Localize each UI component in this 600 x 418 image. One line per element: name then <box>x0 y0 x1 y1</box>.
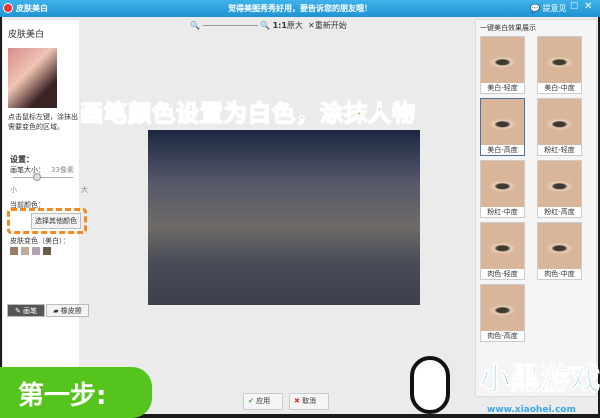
feedback-link[interactable]: 💬 提意见 <box>530 3 567 14</box>
preset-label: 粉红-轻度 <box>544 146 575 154</box>
reset-label: 重新开始 <box>314 21 347 30</box>
step-banner: 第一步: <box>0 367 152 418</box>
zoom-in-icon[interactable]: 🔍 <box>260 21 270 30</box>
panel-title: 皮肤美白 <box>8 30 45 40</box>
cancel-button[interactable]: ✖ 取消 <box>289 393 329 410</box>
zoom-toolbar: 🔍 🔍 1:1原大 ✕重新开始 <box>190 20 347 31</box>
zoom-out-icon[interactable]: 🔍 <box>190 21 200 30</box>
settings-heading: 设置： <box>10 155 34 164</box>
feedback-label: 提意见 <box>542 4 567 13</box>
preset-label: 粉红-高度 <box>544 208 575 216</box>
brand-name: 小黑游戏 <box>480 362 600 398</box>
slider-knob[interactable] <box>33 173 41 181</box>
preset-thumb[interactable]: 粉红-轻度 <box>537 98 582 156</box>
check-icon: ✔ <box>248 397 254 405</box>
maximize-icon[interactable]: ☐ <box>570 2 578 12</box>
preset-label: 肉色-轻度 <box>487 270 518 278</box>
preset-panel: 一键美白效果展示 美白-轻度 美白-中度 美白-高度 粉红-轻度 粉红-中度 粉… <box>475 19 597 397</box>
large-label: 大 <box>81 186 88 194</box>
zoom-slider[interactable] <box>202 25 258 26</box>
small-label: 小 <box>10 186 17 194</box>
cancel-label: 取消 <box>302 397 317 405</box>
brush-tool-button[interactable]: ✎ 画笔 <box>7 304 45 317</box>
color-swatch[interactable] <box>21 247 29 255</box>
original-size-button[interactable]: 原大 <box>287 21 303 30</box>
annotation-text: 画笔颜色设置为白色，涂抹人物 <box>79 100 416 128</box>
photo-canvas[interactable] <box>148 130 420 305</box>
preset-panel-title: 一键美白效果展示 <box>480 24 536 32</box>
sample-portrait <box>8 48 57 108</box>
apply-button[interactable]: ✔ 应用 <box>243 393 283 410</box>
close-icon[interactable]: ✕ <box>584 1 592 12</box>
brush-label: 画笔 <box>23 307 38 315</box>
color-swatch[interactable] <box>43 247 51 255</box>
preset-label: 肉色-高度 <box>487 332 518 340</box>
brand-url: www.xiaohei.com <box>487 405 576 415</box>
reset-button[interactable]: ✕重新开始 <box>308 21 347 30</box>
apply-label: 应用 <box>256 397 271 405</box>
color-swatch[interactable] <box>32 247 40 255</box>
title-bar: 皮肤美白 觉得美图秀秀好用，要告诉您的朋友哦！ 💬 提意见 ☐ ✕ <box>0 0 600 17</box>
eraser-tool-button[interactable]: ▰ 橡皮擦 <box>46 304 89 317</box>
preset-label: 美白-中度 <box>544 84 575 92</box>
preset-thumb[interactable]: 粉红-中度 <box>480 160 525 218</box>
preset-thumb[interactable]: 美白-轻度 <box>480 36 525 94</box>
preset-label: 粉红-中度 <box>487 208 518 216</box>
color-swatch[interactable] <box>10 247 18 255</box>
eraser-label: 橡皮擦 <box>60 307 82 315</box>
preset-thumb[interactable]: 美白-高度 <box>480 98 525 156</box>
cancel-icon: ✖ <box>294 397 300 405</box>
preset-thumb[interactable]: 肉色-中度 <box>537 222 582 280</box>
preset-thumb[interactable]: 肉色-高度 <box>480 284 525 342</box>
brush-size-value: 33像素 <box>51 166 74 174</box>
brand-logo: 小黑游戏 www.xiaohei.com <box>405 350 600 418</box>
pick-color-button[interactable]: 选择其他颜色 <box>31 213 81 229</box>
instruction-text: 点击鼠标左键，涂抹出需要变色的区域。 <box>8 113 78 131</box>
preset-label: 肉色-中度 <box>544 270 575 278</box>
skin-colors-label: 皮肤变色（美白）： <box>10 237 70 245</box>
preset-label: 美白-高度 <box>487 146 518 154</box>
preset-thumb[interactable]: 肉色-轻度 <box>480 222 525 280</box>
left-panel: 皮肤美白 点击鼠标左键，涂抹出需要变色的区域。 设置： 画笔大小： 33像素 小… <box>3 20 89 412</box>
preset-label: 美白-轻度 <box>487 84 518 92</box>
share-message[interactable]: 觉得美图秀秀好用，要告诉您的朋友哦！ <box>0 3 600 14</box>
preset-thumb[interactable]: 美白-中度 <box>537 36 582 94</box>
panda-mascot <box>410 356 450 414</box>
preset-thumb[interactable]: 粉红-高度 <box>537 160 582 218</box>
ratio-button[interactable]: 1:1 <box>273 21 287 30</box>
brush-size-slider[interactable] <box>13 177 73 178</box>
